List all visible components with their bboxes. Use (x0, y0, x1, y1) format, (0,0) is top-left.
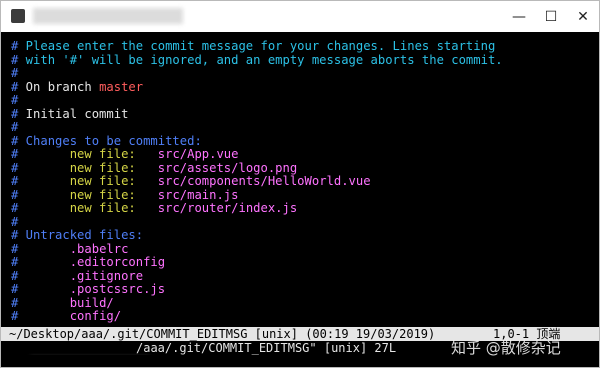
file-path: .babelrc (69, 241, 129, 256)
change-type-label: new file: (18, 187, 158, 202)
change-type-label (18, 242, 69, 256)
file-path: config/ (69, 309, 122, 323)
change-type-label (18, 269, 69, 283)
section-header: Changes to be committed: (18, 133, 202, 148)
editor-line: # new file: src/App.vue (11, 147, 591, 162)
app-icon (11, 9, 25, 23)
watermark: 知乎 @散修杂记 (451, 339, 561, 357)
editor-line: # .babelrc (11, 241, 591, 257)
title-bar[interactable]: — ☐ ✕ (1, 1, 599, 32)
close-button[interactable]: ✕ (567, 1, 599, 32)
maximize-button[interactable]: ☐ (535, 1, 567, 32)
editor-line: # new file: src/router/index.js (11, 201, 591, 216)
change-type-label: new file: (18, 201, 158, 215)
editor-line: # Changes to be committed: (11, 133, 591, 149)
editor-line: # (11, 214, 591, 230)
window-controls: — ☐ ✕ (503, 1, 599, 32)
editor-line: # (11, 93, 591, 108)
file-path: .postcssrc.js (69, 282, 166, 296)
file-path: src/components/HelloWorld.vue (157, 174, 371, 188)
editor-line: # Initial commit (11, 106, 591, 122)
editor-line: # new file: src/assets/logo.png (11, 160, 591, 176)
file-path: src/main.js (157, 187, 239, 202)
editor-line: # new file: src/main.js (11, 187, 591, 203)
file-path: .gitignore (69, 268, 144, 283)
change-type-label: new file: (18, 147, 158, 161)
editor-line: # build/ (11, 295, 591, 311)
file-path: src/router/index.js (157, 201, 298, 215)
file-path: src/App.vue (157, 147, 239, 161)
section-header: Untracked files: (18, 228, 144, 242)
line-text: with '#' will be ignored, and an empty m… (18, 52, 503, 67)
editor-line: # Please enter the commit message for yo… (11, 40, 591, 54)
change-type-label (18, 282, 69, 296)
editor-line: # .editorconfig (11, 255, 591, 270)
comment-marker: # (11, 120, 19, 134)
line-text: Initial commit (18, 106, 129, 121)
editor-line: # with '#' will be ignored, and an empty… (11, 52, 591, 68)
line-text: On branch (18, 79, 100, 94)
comment-marker: # (11, 93, 19, 107)
file-path: src/assets/logo.png (157, 160, 298, 175)
comment-marker: # (11, 66, 19, 80)
file-path: build/ (69, 295, 114, 310)
line-text: Please enter the commit message for your… (18, 40, 496, 53)
vim-editor-content[interactable]: # Please enter the commit message for yo… (11, 40, 591, 328)
change-type-label: new file: (18, 174, 158, 188)
editor-line: # .gitignore (11, 268, 591, 284)
window-title (33, 8, 183, 24)
branch-name: master (99, 79, 144, 94)
editor-line: # .postcssrc.js (11, 282, 591, 297)
editor-line: # (11, 120, 591, 135)
file-path: .editorconfig (69, 255, 166, 269)
change-type-label (18, 296, 69, 310)
status-file-info: ~/Desktop/aaa/.git/COMMIT_EDITMSG [unix]… (9, 327, 436, 341)
editor-line: # Untracked files: (11, 228, 591, 243)
minimize-button[interactable]: — (503, 1, 535, 32)
editor-line: # config/ (11, 309, 591, 324)
change-type-label (18, 309, 69, 323)
terminal-window: — ☐ ✕ # Please enter the commit message … (0, 0, 600, 368)
change-type-label: new file: (18, 160, 158, 175)
message-text: /aaa/.git/COMMIT_EDITMSG" [unix] 27L (136, 341, 397, 355)
editor-line: # new file: src/components/HelloWorld.vu… (11, 174, 591, 189)
change-type-label (18, 255, 69, 269)
editor-line: # On branch master (11, 79, 591, 95)
editor-line: # (11, 66, 591, 81)
comment-marker: # (11, 214, 19, 229)
